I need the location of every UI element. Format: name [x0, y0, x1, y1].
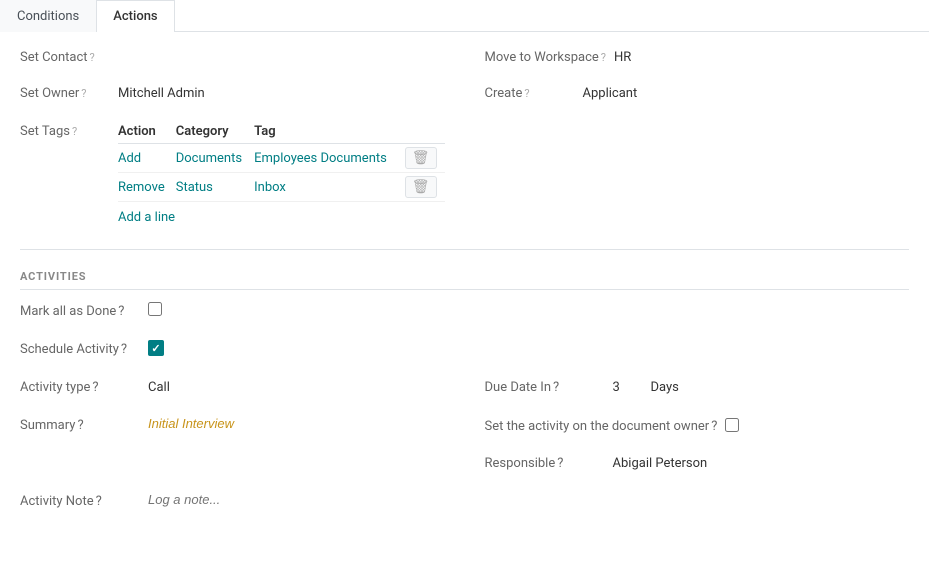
set-owner-field: Set Owner ? Mitchell Admin [20, 84, 445, 112]
activity-note-row: Activity Note ? [20, 492, 909, 520]
create-label: Create ? [485, 84, 575, 101]
section-divider-1 [20, 249, 909, 250]
set-owner-label: Set Owner ? [20, 84, 110, 101]
set-tags-field: Set Tags ? Action Category Tag [20, 120, 445, 229]
col-action: Action [118, 120, 176, 144]
set-activity-owner-label: Set the activity on the document owner ? [485, 416, 718, 436]
set-activity-owner-row: Set the activity on the document owner ? [485, 416, 910, 444]
due-date-value-row: 3 Days [613, 378, 679, 395]
mark-all-done-checkbox-wrap [148, 302, 162, 316]
summary-row: Summary ? [20, 416, 445, 444]
tag-row-action[interactable]: Add [118, 144, 176, 173]
due-date-number: 3 [613, 378, 643, 395]
delete-icon[interactable]: 🗑 [405, 176, 437, 198]
activities-form: Mark all as Done ? Schedule Activity ? A [20, 302, 909, 520]
set-tags-label: Set Tags ? [20, 120, 110, 139]
activity-note-help-icon[interactable]: ? [96, 494, 102, 509]
schedule-activity-checkbox-wrap[interactable] [148, 340, 164, 356]
table-row: RemoveStatusInbox🗑 [118, 173, 445, 202]
tab-actions[interactable]: Actions [96, 0, 174, 32]
set-activity-owner-checkbox[interactable] [725, 418, 739, 432]
summary-label: Summary ? [20, 416, 140, 433]
schedule-activity-label: Schedule Activity ? [20, 340, 140, 357]
activity-type-help-icon[interactable]: ? [92, 380, 98, 395]
tag-row-category[interactable]: Documents [176, 144, 254, 173]
tag-row-tag[interactable]: Inbox [254, 173, 402, 202]
summary-input[interactable] [148, 416, 326, 431]
col-category: Category [176, 120, 254, 144]
due-date-help-icon[interactable]: ? [553, 380, 559, 395]
schedule-activity-help-icon[interactable]: ? [121, 342, 127, 357]
activity-type-label: Activity type ? [20, 378, 140, 395]
activity-note-input[interactable] [148, 492, 326, 507]
activities-section-header: ACTIVITIES [20, 270, 909, 290]
create-help-icon[interactable]: ? [524, 87, 529, 100]
add-line-button[interactable]: Add a line [118, 206, 175, 229]
delete-icon[interactable]: 🗑 [405, 147, 437, 169]
set-owner-value: Mitchell Admin [118, 84, 205, 101]
responsible-label: Responsible ? [485, 454, 605, 471]
responsible-row: Responsible ? Abigail Peterson [485, 454, 910, 482]
tab-bar: Conditions Actions [0, 0, 929, 32]
tag-row-delete[interactable]: 🗑 [403, 173, 445, 202]
schedule-activity-checkbox[interactable] [148, 340, 164, 356]
set-contact-label: Set Contact ? [20, 48, 110, 65]
set-contact-field: Set Contact ? [20, 48, 445, 76]
tags-table-container: Action Category Tag AddDocumentsEmployee… [118, 120, 445, 229]
mark-all-done-row: Mark all as Done ? [20, 302, 445, 330]
due-date-unit: Days [651, 378, 679, 395]
mark-all-done-checkbox[interactable] [148, 302, 162, 316]
main-content: Set Contact ? Set Owner ? Mitchell Admin… [0, 32, 929, 536]
mark-all-done-help-icon[interactable]: ? [118, 304, 124, 319]
tags-table: Action Category Tag AddDocumentsEmployee… [118, 120, 445, 202]
activity-note-label: Activity Note ? [20, 492, 140, 509]
set-owner-help-icon[interactable]: ? [81, 87, 86, 100]
tag-row-action[interactable]: Remove [118, 173, 176, 202]
set-tags-help-icon[interactable]: ? [72, 125, 77, 138]
create-field: Create ? Applicant [485, 84, 910, 112]
table-row: AddDocumentsEmployees Documents🗑 [118, 144, 445, 173]
move-workspace-help-icon[interactable]: ? [601, 51, 606, 64]
move-to-workspace-field: Move to Workspace ? HR [485, 48, 910, 76]
summary-help-icon[interactable]: ? [77, 418, 83, 433]
set-activity-owner-checkbox-wrap [725, 416, 739, 432]
tag-row-delete[interactable]: 🗑 [403, 144, 445, 173]
move-to-workspace-value: HR [614, 48, 631, 65]
activity-type-value: Call [148, 378, 170, 395]
set-activity-owner-help-icon[interactable]: ? [711, 418, 717, 436]
move-to-workspace-label: Move to Workspace ? [485, 48, 607, 65]
responsible-help-icon[interactable]: ? [557, 456, 563, 471]
activity-type-row: Activity type ? Call [20, 378, 445, 406]
responsible-placeholder [20, 454, 445, 482]
tag-row-tag[interactable]: Employees Documents [254, 144, 402, 173]
responsible-value: Abigail Peterson [613, 454, 708, 471]
mark-all-done-label: Mark all as Done ? [20, 302, 140, 319]
schedule-activity-row: Schedule Activity ? [20, 340, 445, 368]
due-date-label: Due Date In ? [485, 378, 605, 395]
due-date-row: Due Date In ? 3 Days [485, 378, 910, 406]
tab-conditions[interactable]: Conditions [0, 0, 96, 32]
set-contact-help-icon[interactable]: ? [90, 51, 95, 64]
tag-row-category[interactable]: Status [176, 173, 254, 202]
create-value: Applicant [583, 84, 638, 101]
col-tag: Tag [254, 120, 402, 144]
